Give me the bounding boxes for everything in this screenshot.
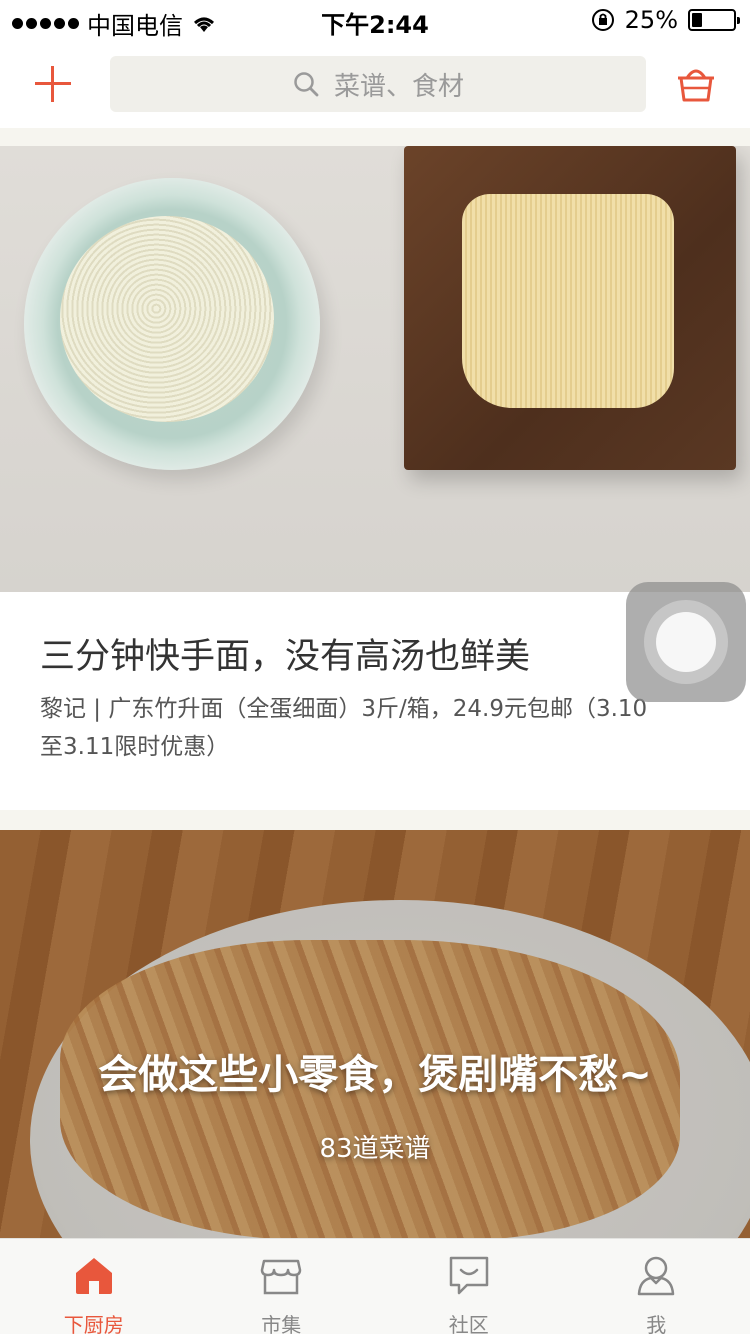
collection-count: 83道菜谱 [319,1134,431,1164]
search-input[interactable]: 菜谱、食材 [110,56,646,112]
assistive-touch-icon[interactable] [626,582,746,702]
divider [0,810,750,830]
battery-percent: 25% [624,6,678,34]
divider [0,128,750,146]
search-icon [294,72,319,97]
tab-me[interactable]: 我 [563,1239,750,1334]
tab-label: 下厨房 [63,1313,124,1334]
status-right: 25% [591,6,740,34]
header: 菜谱、食材 [0,40,750,128]
recipe-card-description: 黎记 | 广东竹升面（全蛋细面）3斤/箱，24.9元包邮（3.10至3.11限时… [40,696,648,760]
user-icon [638,1256,675,1296]
status-bar: 中国电信 下午2:44 25% [0,0,750,40]
raw-noodles-image [462,194,674,408]
home-icon [75,1258,112,1294]
rotation-lock-icon [591,9,614,31]
tab-home[interactable]: 下厨房 [0,1239,188,1334]
recipe-card-title: 三分钟快手面，没有高汤也鲜美 [40,637,531,677]
collection-card[interactable]: 会做这些小零食，煲剧嘴不愁~ 83道菜谱 [0,830,750,1238]
collection-title: 会做这些小零食，煲剧嘴不愁~ [98,1052,652,1098]
basket-icon[interactable] [674,62,718,106]
market-icon [261,1259,302,1295]
battery-fill [692,13,702,27]
search-placeholder: 菜谱、食材 [333,71,464,102]
tab-bar: 下厨房 市集 社区 我 [0,1238,750,1334]
battery-icon [688,9,740,31]
assistive-touch-core [656,612,716,672]
noodles-in-bowl-image [60,216,274,422]
tab-label: 市集 [261,1313,302,1334]
image-overlay [0,830,750,1238]
plus-icon[interactable] [30,62,76,108]
tab-market[interactable]: 市集 [188,1239,376,1334]
tab-label: 社区 [448,1313,489,1334]
tab-community[interactable]: 社区 [375,1239,563,1334]
chat-icon [449,1256,488,1295]
tab-label: 我 [646,1313,667,1334]
recipe-card-image[interactable] [0,146,750,592]
